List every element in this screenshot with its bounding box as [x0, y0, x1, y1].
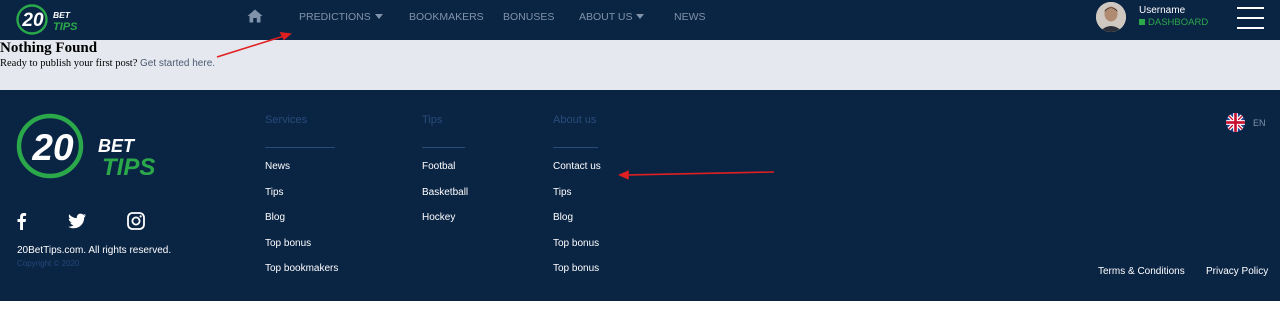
- avatar[interactable]: [1096, 2, 1126, 32]
- nav-news[interactable]: NEWS: [674, 11, 706, 23]
- svg-text:BET: BET: [53, 10, 71, 20]
- home-icon[interactable]: [247, 9, 263, 23]
- nav-news-label: NEWS: [674, 11, 706, 23]
- divider: [265, 147, 335, 148]
- main-content: Nothing Found Ready to publish your firs…: [0, 40, 1280, 90]
- nav-bookmakers[interactable]: BOOKMAKERS: [409, 11, 484, 23]
- nav-bonuses-label: BONUSES: [503, 11, 555, 23]
- footer-link-top-bonus[interactable]: Top bonus: [265, 238, 311, 249]
- dashboard-link[interactable]: DASHBOARD: [1139, 17, 1208, 28]
- footer-heading-about-us: About us: [553, 114, 597, 126]
- site-header: 20 BET TIPS PREDICTIONS BOOKMAKERS BONUS…: [0, 0, 1280, 40]
- instagram-icon[interactable]: [126, 211, 146, 231]
- site-logo[interactable]: 20 BET TIPS: [16, 3, 84, 36]
- language-code[interactable]: EN: [1253, 118, 1266, 128]
- terms-link[interactable]: Terms & Conditions: [1098, 266, 1185, 277]
- svg-text:BET: BET: [98, 136, 136, 156]
- nav-bonuses[interactable]: BONUSES: [503, 11, 554, 23]
- svg-text:20: 20: [21, 10, 44, 31]
- menu-icon[interactable]: [1237, 7, 1264, 30]
- uk-flag-icon[interactable]: [1226, 113, 1245, 132]
- rights-text: 20BetTips.com. All rights reserved.: [17, 245, 172, 256]
- footer-link-top-bonus[interactable]: Top bonus: [553, 238, 599, 249]
- dashboard-icon: [1139, 19, 1145, 25]
- nav-about-us-label: ABOUT US: [579, 11, 633, 23]
- divider: [422, 147, 465, 148]
- footer-logo[interactable]: 20 BET TIPS: [16, 112, 166, 182]
- footer-link-top-bookmakers[interactable]: Top bookmakers: [265, 263, 338, 274]
- nav-predictions[interactable]: PREDICTIONS: [299, 11, 383, 23]
- svg-text:TIPS: TIPS: [53, 21, 78, 33]
- footer-link-football[interactable]: Footbal: [422, 161, 455, 172]
- facebook-icon[interactable]: [12, 211, 32, 231]
- empty-message-text: Ready to publish your first post?: [0, 58, 138, 69]
- footer-link-hockey[interactable]: Hockey: [422, 212, 455, 223]
- twitter-icon[interactable]: [67, 211, 87, 231]
- empty-message: Ready to publish your first post? Get st…: [0, 58, 215, 69]
- get-started-link[interactable]: Get started here.: [140, 58, 215, 69]
- svg-text:20: 20: [31, 127, 74, 168]
- chevron-down-icon: [374, 14, 383, 19]
- chevron-down-icon: [636, 14, 645, 19]
- nav-bookmakers-label: BOOKMAKERS: [409, 11, 484, 23]
- footer-link-news[interactable]: News: [265, 161, 290, 172]
- site-footer: 20 BET TIPS 20BetTips.com. All rights re…: [0, 90, 1280, 301]
- footer-link-tips[interactable]: Tips: [265, 187, 284, 198]
- footer-link-tips[interactable]: Tips: [553, 187, 572, 198]
- username[interactable]: Username: [1139, 5, 1185, 16]
- footer-link-blog[interactable]: Blog: [553, 212, 573, 223]
- footer-heading-services: Services: [265, 114, 308, 126]
- page-title: Nothing Found: [0, 40, 98, 56]
- footer-link-top-bonus[interactable]: Top bonus: [553, 263, 599, 274]
- privacy-link[interactable]: Privacy Policy: [1206, 266, 1268, 277]
- nav-about-us[interactable]: ABOUT US: [579, 11, 645, 23]
- footer-heading-tips: Tips: [422, 114, 443, 126]
- footer-link-blog[interactable]: Blog: [265, 212, 285, 223]
- dashboard-label: DASHBOARD: [1148, 17, 1209, 28]
- nav-predictions-label: PREDICTIONS: [299, 11, 371, 23]
- copyright-text: Copyright © 2020: [17, 259, 80, 268]
- svg-text:TIPS: TIPS: [102, 154, 155, 181]
- footer-link-basketball[interactable]: Basketball: [422, 187, 468, 198]
- divider: [553, 147, 598, 148]
- footer-link-contact-us[interactable]: Contact us: [553, 161, 601, 172]
